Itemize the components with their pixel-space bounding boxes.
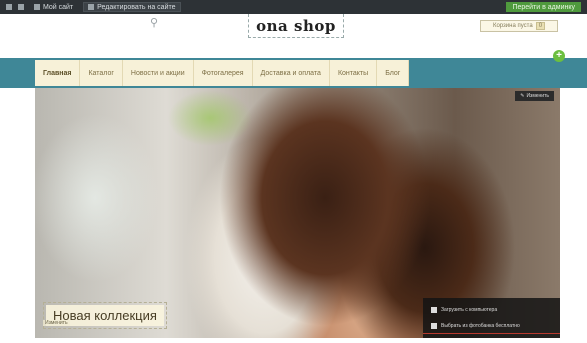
cart-label: Корзина пуста — [492, 23, 533, 29]
site-header: ⚲ ona shop Корзина пуста 0 — [0, 14, 587, 58]
upload-from-computer-option[interactable]: Загрузить с компьютера — [423, 302, 560, 318]
nav-menu: Главная Каталог Новости и акции Фотогалерея… — [35, 60, 410, 86]
page-icon[interactable] — [18, 4, 24, 10]
nav-item[interactable]: Каталог — [80, 60, 123, 86]
hero-banner[interactable]: ✎ Изменить Новая коллекция Изменить Загр… — [35, 88, 560, 338]
admin-bar: Мой сайт Редактировать на сайте Перейти … — [0, 0, 587, 14]
nav-item[interactable]: Блог — [377, 60, 410, 86]
home-icon — [34, 4, 40, 10]
add-block-icon[interactable]: + — [553, 50, 565, 62]
nav-item[interactable]: Новости и акции — [123, 60, 194, 86]
caption-edit-tag[interactable]: Изменить — [43, 320, 70, 326]
upload-from-computer-label: Загрузить с компьютера — [441, 307, 498, 313]
pencil-icon — [88, 4, 95, 10]
go-to-admin-button[interactable]: Перейти в админку — [506, 2, 581, 12]
nav-item[interactable]: Доставка и оплата — [253, 60, 330, 86]
pencil-icon: ✎ — [520, 93, 525, 99]
photobank-label: Выбрать из фотобанка бесплатно — [441, 322, 520, 329]
cart-count: 0 — [535, 22, 546, 30]
site-logo[interactable]: ona shop — [248, 14, 344, 38]
edit-on-site-button[interactable]: Редактировать на сайте — [83, 2, 181, 12]
nav-item[interactable]: Главная — [35, 60, 81, 86]
hero-edit-button[interactable]: ✎ Изменить — [515, 91, 554, 101]
edit-on-site-label: Редактировать на сайте — [97, 3, 176, 11]
image-upload-panel: Загрузить с компьютера Выбрать из фотоба… — [423, 298, 560, 338]
main-nav: Главная Каталог Новости и акции Фотогалерея… — [0, 58, 587, 88]
my-site-link[interactable]: Мой сайт — [30, 2, 77, 12]
menu-icon[interactable] — [6, 4, 12, 10]
nav-item[interactable]: Контакты — [330, 60, 378, 86]
photobank-option[interactable]: Выбрать из фотобанка бесплатно — [423, 318, 560, 334]
search-icon[interactable]: ⚲ — [150, 16, 164, 30]
cart-button[interactable]: Корзина пуста 0 — [480, 20, 558, 32]
image-icon — [431, 322, 437, 329]
hero-edit-label: Изменить — [526, 93, 549, 99]
nav-item[interactable]: Фотогалерея — [194, 60, 253, 86]
upload-icon — [431, 307, 437, 313]
my-site-label: Мой сайт — [43, 3, 74, 11]
